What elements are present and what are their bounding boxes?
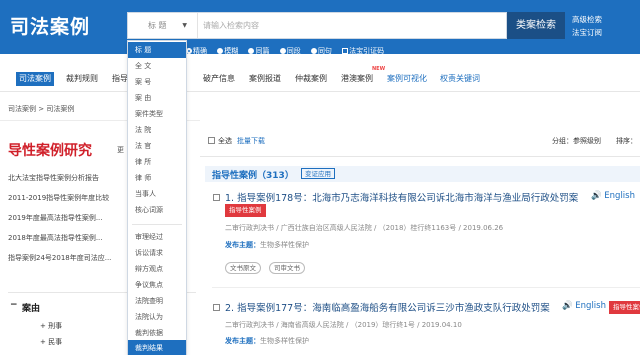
divider: [212, 287, 640, 288]
list-item[interactable]: 2011-2019指导性案例年度比较: [8, 188, 128, 208]
dropdown-option[interactable]: 法 院: [128, 122, 186, 138]
nav-item-bankruptcy[interactable]: 破产信息: [203, 72, 235, 86]
list-item[interactable]: 2019年度最高法指导性案例...: [8, 208, 128, 228]
case-title[interactable]: 1. 指导案例178号：北海市乃志海洋科技有限公司诉北海市海洋与渔业局行政处罚案: [225, 190, 578, 204]
case-title[interactable]: 2. 指导案例177号：海南临高盈海船务有限公司诉三沙市渔政支队行政处罚案: [225, 300, 550, 314]
advanced-search-link[interactable]: 高级检索: [572, 14, 602, 25]
dropdown-option[interactable]: 标 题: [128, 42, 186, 58]
dropdown-option[interactable]: 核心词源: [128, 202, 186, 218]
breadcrumb: 司法案例 > 司法案例: [8, 105, 75, 113]
list-item[interactable]: 2018年度最高法指导性案例...: [8, 228, 128, 248]
nav-item-arbitration[interactable]: 仲裁案例: [295, 72, 327, 86]
dropdown-option[interactable]: 律 所: [128, 154, 186, 170]
divider: [200, 156, 640, 157]
dropdown-option[interactable]: 争议焦点: [128, 277, 186, 293]
subscribe-link[interactable]: 法宝订阅: [572, 27, 602, 38]
dropdown-option[interactable]: 诉讼请求: [128, 245, 186, 261]
dropdown-option[interactable]: 裁判结果: [128, 340, 186, 355]
dropdown-option[interactable]: 法 官: [128, 138, 186, 154]
english-link[interactable]: 🔊 English: [591, 191, 635, 201]
radio-icon: [217, 48, 224, 54]
case-checkbox[interactable]: [213, 304, 220, 311]
search-box: 标 题 ▼: [127, 12, 507, 39]
option-same-sentence[interactable]: 同篇: [248, 47, 269, 55]
case-topic: 发布主题：生物多样性保护: [225, 337, 309, 345]
option-same-clause[interactable]: 同句: [310, 47, 332, 55]
nav-item-guide[interactable]: 指导: [112, 72, 128, 86]
dropdown-option[interactable]: 律 师: [128, 170, 186, 186]
list-item[interactable]: 指导案例24号2018年度司法应...: [8, 248, 128, 268]
left-panel-title: 导性案例研究: [8, 143, 92, 159]
search-options: 精确 模糊 同篇 同段 同句 法宝引证码: [186, 46, 392, 56]
group-by-select[interactable]: 分组：参照级别: [552, 136, 601, 146]
category-action-button[interactable]: 变证应用: [301, 168, 335, 179]
option-exact[interactable]: 精确: [186, 47, 207, 55]
nav-item-keywords[interactable]: 权责关键词: [440, 72, 480, 86]
scope-select[interactable]: 标 题 ▼: [128, 13, 198, 38]
option-citation-code[interactable]: 法宝引证码: [342, 47, 384, 55]
english-link[interactable]: 🔊 English: [562, 301, 606, 311]
new-badge: NEW: [372, 66, 386, 72]
left-article-list: 北大法宝指导性案例分析报告 2011-2019指导性案例年度比较 2019年度最…: [8, 168, 128, 268]
more-link[interactable]: 更: [117, 145, 124, 155]
case-item: 1. 指导案例178号：北海市乃志海洋科技有限公司诉北海市海洋与渔业局行政处罚案…: [212, 190, 640, 280]
case-meta: 二审行政判决书 / 广西壮族自治区高级人民法院 / （2018）桂行终1163号…: [225, 224, 504, 232]
nav-item-cases[interactable]: 司法案例: [16, 72, 54, 86]
search-button[interactable]: 类案检索: [507, 12, 565, 39]
dropdown-option[interactable]: 辩方观点: [128, 261, 186, 277]
main-nav: 司法案例 裁判规则 指导 破产信息 案例报道 仲裁案例 港澳案例 案例可视化 权…: [0, 66, 640, 92]
facet-item-criminal[interactable]: + 刑事: [40, 321, 62, 331]
facet-item-civil[interactable]: + 民事: [40, 337, 62, 347]
dropdown-option[interactable]: 全 文: [128, 58, 186, 74]
site-logo[interactable]: 司法案例: [10, 12, 90, 39]
sort-select[interactable]: 排序：: [616, 136, 637, 146]
batch-download-button[interactable]: 批量下载: [237, 136, 265, 146]
checkbox-icon: [342, 48, 349, 54]
nav-item-reports[interactable]: 案例报道: [249, 72, 281, 86]
select-all-label[interactable]: 全选: [218, 136, 232, 146]
dropdown-option[interactable]: 案 由: [128, 90, 186, 106]
nav-item-hk-macau[interactable]: 港澳案例: [341, 72, 373, 86]
nav-item-rules[interactable]: 裁判规则: [66, 72, 98, 86]
search-input[interactable]: [203, 13, 503, 38]
dropdown-option[interactable]: 法院认为: [128, 309, 186, 325]
facet-title: 案由: [22, 304, 41, 314]
option-same-paragraph[interactable]: 同段: [279, 47, 301, 55]
dropdown-option[interactable]: 裁判依据: [128, 325, 186, 341]
case-meta: 二审行政判决书 / 海南省高级人民法院 / （2019）琼行终1号 / 2019…: [225, 321, 462, 329]
list-item[interactable]: 北大法宝指导性案例分析报告: [8, 168, 128, 188]
case-tag: 指导性案例: [609, 301, 640, 314]
option-fuzzy[interactable]: 模糊: [217, 47, 238, 55]
category-header: 指导性案例（313） 变证应用: [205, 166, 640, 182]
dropdown-option[interactable]: 当事人: [128, 186, 186, 202]
chevron-down-icon: ▼: [182, 22, 187, 29]
case-checkbox[interactable]: [213, 194, 220, 201]
radio-icon: [310, 48, 317, 54]
radio-icon: [248, 48, 255, 54]
case-tag: 指导性案例: [225, 204, 266, 217]
radio-icon: [279, 48, 286, 54]
collapse-icon[interactable]: −: [10, 300, 18, 310]
case-topic: 发布主题：生物多样性保护: [225, 241, 309, 249]
nav-item-visualization[interactable]: 案例可视化: [387, 72, 427, 86]
scope-dropdown-menu: 标 题 全 文 案 号 案 由 案件类型 法 院 法 官 律 所 律 师 当事人…: [127, 40, 187, 355]
doc-original-button[interactable]: 文书原文: [225, 262, 261, 274]
select-all-checkbox[interactable]: [208, 137, 215, 144]
doc-ref-button[interactable]: 司审文书: [269, 262, 305, 274]
dropdown-option[interactable]: 法院查明: [128, 293, 186, 309]
dropdown-option[interactable]: 案件类型: [128, 106, 186, 122]
category-title: 指导性案例（313）: [212, 171, 294, 181]
dropdown-option[interactable]: 案 号: [128, 74, 186, 90]
scope-selected-label: 标 题: [148, 21, 167, 30]
dropdown-option[interactable]: 审理经过: [128, 229, 186, 245]
results-toolbar: 全选 批量下载 分组：参照级别 排序：: [200, 132, 640, 150]
case-item: 2. 指导案例177号：海南临高盈海船务有限公司诉三沙市渔政支队行政处罚案 🔊 …: [212, 300, 640, 355]
dropdown-divider: [132, 224, 182, 225]
